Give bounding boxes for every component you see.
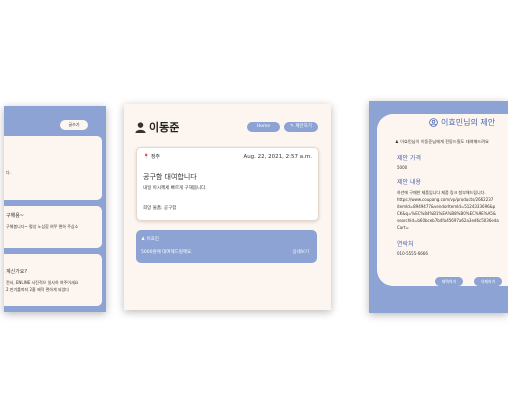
proposal-card: 이효민님의 제안 ♟ 이효민님이 이동준님에게 전동드릴도 대여해드려요 제안 … [377, 114, 508, 286]
delete-button[interactable]: 삭제하기 [474, 277, 502, 286]
location-pin-icon: 📍 [143, 154, 150, 160]
proposal-title: 이효민님의 제안 [429, 117, 495, 128]
contact-value: 010-5555-6666 [397, 251, 428, 256]
price-label: 제안 가격 [397, 155, 421, 162]
list-item-text: 2 만기를까지 2훔 제작 편하게 되었다 [6, 287, 69, 292]
write-button[interactable]: 글쓰기 [60, 120, 88, 130]
list-item[interactable]: 다. [4, 136, 102, 200]
content-line: CK&q=%EC%84%B1%EA%B8%B0%EC%9E%A5& [397, 211, 496, 216]
reply-card[interactable]: ♟ 이효민 5000원에 대여해드릴께요. 상세보기 [136, 230, 317, 263]
user-icon: ♟ [395, 139, 399, 144]
user-name: 이동준 [149, 121, 180, 134]
home-button[interactable]: Home [247, 122, 280, 132]
user-icon [135, 121, 146, 133]
list-item[interactable]: 계신가요? 전서, ENLINE 사진적으 일사하 여주이세요 2 만기를까지 … [4, 254, 102, 306]
content-line: Cart= [397, 225, 409, 230]
content-line: itemId=8949477&vendorItemId=5124333696&p [397, 204, 496, 209]
post-body: 내일 아시께세 빠르게 구해봅니다. [143, 186, 207, 191]
left-panel: 글쓰기 다. 구해용~ 구해봅니다~ 평상 노심힘 여쭈 편하 주심소 계신가요… [4, 106, 106, 312]
page-title: 이동준 [135, 119, 179, 135]
reply-user: ♟ 이효민 [141, 237, 159, 242]
content-label: 제안 내용 [397, 179, 421, 186]
user-circle-icon [429, 118, 438, 127]
post-location: 📍 정주 [143, 154, 161, 160]
list-item[interactable]: 구해용~ 구해봅니다~ 평상 노심힘 여쭈 편하 주심소 [4, 206, 102, 248]
reply-text: 5000원에 대여해드릴께요. [141, 250, 193, 255]
detail-button[interactable]: 상세보기 [292, 249, 309, 255]
center-panel: 이동준 Home ✎ 제안하기 📍 정주 Aug. 22, 2021, 2:57… [124, 104, 331, 310]
list-item-text: 전서, ENLINE 사진적으 일사하 여주이세요 [6, 280, 79, 285]
content-line: 하년에 구매한 제품입니다 제품 링크 첨부해드립니다. [397, 190, 486, 195]
price-value: 5000 [397, 165, 408, 170]
post-wanted-item: 희망 물품: 공구함 [143, 206, 177, 211]
content-line: https://www.coupang.com/vp/products/2662… [397, 197, 494, 202]
post-date: Aug. 22, 2021, 2:57 a.m. [243, 154, 312, 160]
post-card: 📍 정주 Aug. 22, 2021, 2:57 a.m. 공구함 대여합니다 … [136, 147, 319, 221]
suggest-button[interactable]: ✎ 제안하기 [284, 122, 318, 132]
right-panel: 이효민님의 제안 ♟ 이효민님이 이동준님에게 전동드릴도 대여해드려요 제안 … [369, 101, 508, 313]
pencil-icon: ✎ [290, 124, 294, 129]
user-icon: ♟ [141, 237, 146, 242]
list-item-title: 계신가요? [6, 269, 28, 275]
accept-button[interactable]: 채택하기 [435, 277, 463, 286]
list-item-text: 구해봅니다~ 평상 노심힘 여쭈 편하 주심소 [6, 224, 79, 229]
contact-label: 연락처 [397, 241, 414, 248]
list-item-title: 구해용~ [6, 213, 24, 219]
list-item-text: 다. [6, 170, 11, 175]
content-line: searchId=b60bceb7b4fa45697a62a3ed6c5036e… [397, 218, 499, 223]
proposal-user-line: ♟ 이효민님이 이동준님에게 전동드릴도 대여해드려요 [395, 139, 489, 144]
post-title: 공구함 대여합니다 [143, 173, 197, 181]
